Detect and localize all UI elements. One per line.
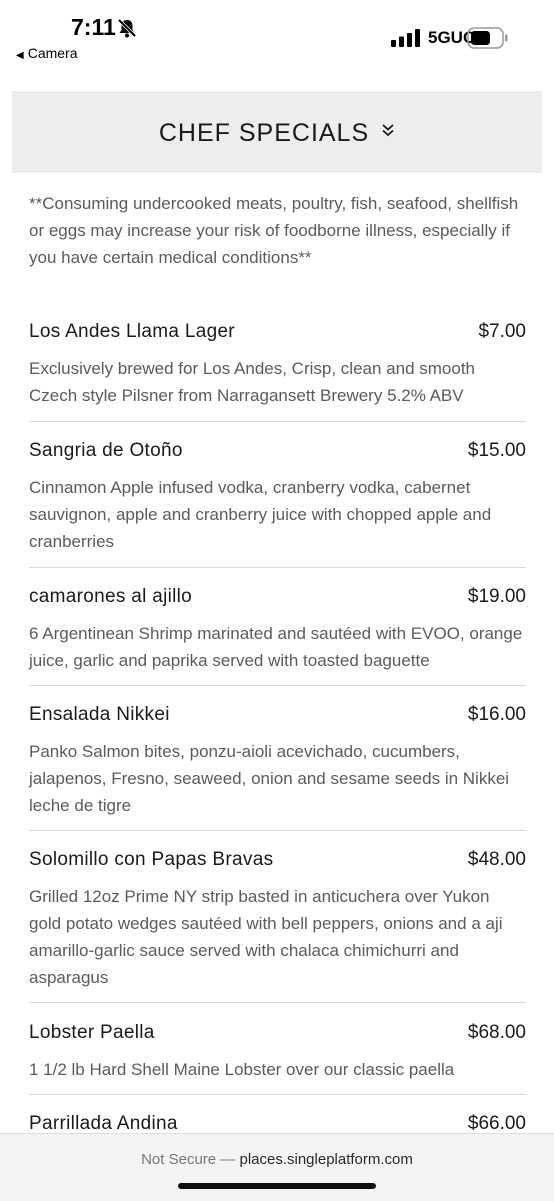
item-price: $66.00: [467, 1113, 526, 1132]
battery-icon: [467, 27, 508, 49]
address-text: Not Secure — places.singleplatform.com: [0, 1151, 554, 1168]
item-description: Cinnamon Apple infused vodka, cranberry …: [29, 478, 492, 551]
item-description: Exclusively brewed for Los Andes, Crisp,…: [29, 359, 476, 405]
double-chevron-down-icon[interactable]: [381, 123, 395, 137]
bell-slash-icon: [117, 18, 137, 38]
back-to-app-link[interactable]: ◀ Camera: [16, 45, 78, 61]
item-name: Los Andes Llama Lager: [29, 321, 235, 342]
security-label: Not Secure: [141, 1151, 217, 1168]
item-description: Grilled 12oz Prime NY strip basted in an…: [29, 887, 503, 987]
url-domain: places.singleplatform.com: [239, 1151, 413, 1168]
item-price: $48.00: [467, 849, 526, 870]
item-price: $16.00: [467, 704, 526, 725]
item-description: Panko Salmon bites, ponzu-aioli acevicha…: [29, 742, 510, 815]
item-price: $19.00: [467, 586, 526, 607]
item-description: 1 1/2 lb Hard Shell Maine Lobster over o…: [29, 1060, 455, 1079]
item-divider: [29, 421, 526, 422]
item-name: Lobster Paella: [29, 1022, 155, 1043]
item-price: $68.00: [467, 1022, 526, 1043]
item-name: Sangria de Otoño: [29, 440, 183, 461]
item-divider: [29, 830, 526, 831]
item-name: Ensalada Nikkei: [29, 704, 170, 725]
item-name: Parrillada Andina: [29, 1113, 178, 1132]
section-title-row: CHEF SPECIALS: [12, 119, 542, 148]
item-divider: [29, 1094, 526, 1095]
item-divider: [29, 1002, 526, 1003]
item-name: Solomillo con Papas Bravas: [29, 849, 274, 870]
status-bar: 7:11 ◀ Camera 5GUC: [0, 0, 554, 76]
item-divider: [29, 567, 526, 568]
section-header[interactable]: CHEF SPECIALS: [12, 91, 542, 173]
clock: 7:11: [71, 14, 116, 40]
item-price: $15.00: [467, 440, 526, 461]
browser-address-bar[interactable]: Not Secure — places.singleplatform.com: [0, 1133, 554, 1201]
back-triangle-icon: ◀: [16, 50, 24, 61]
back-app-label: Camera: [27, 45, 78, 61]
item-divider: [29, 685, 526, 686]
health-disclaimer: **Consuming undercooked meats, poultry, …: [29, 194, 519, 267]
home-indicator[interactable]: [178, 1183, 376, 1189]
item-price: $7.00: [478, 321, 526, 342]
menu-page: CHEF SPECIALS **Consuming undercooked me…: [12, 76, 542, 1132]
item-description: 6 Argentinean Shrimp marinated and sauté…: [29, 624, 523, 670]
item-name: camarones al ajillo: [29, 586, 193, 607]
cellular-signal-icon: [391, 29, 420, 47]
url-separator: —: [220, 1151, 236, 1168]
section-title: CHEF SPECIALS: [158, 119, 370, 147]
